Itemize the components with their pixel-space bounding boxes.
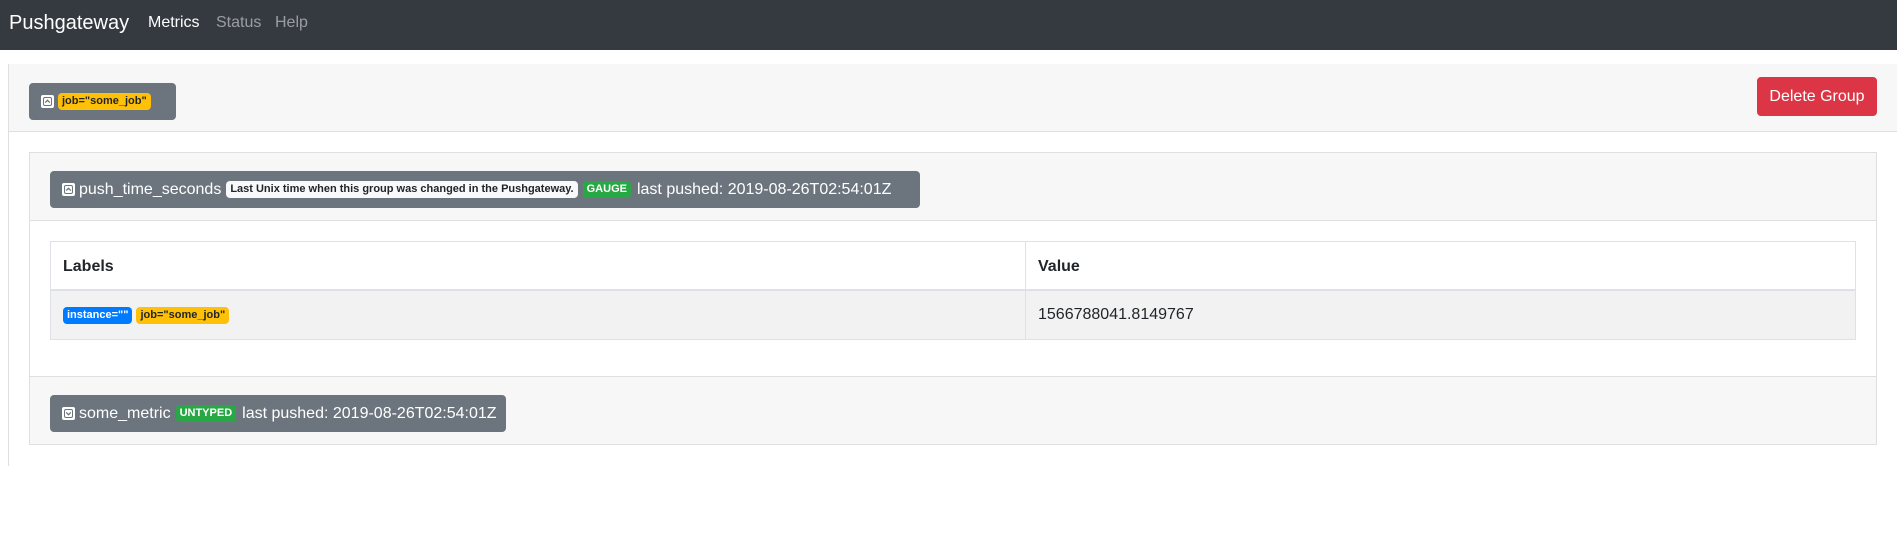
table-header-labels: Labels bbox=[51, 242, 1025, 291]
label-badge-job: job="some_job" bbox=[136, 306, 230, 324]
last-pushed-text: last pushed: 2019-08-26T02:54:01Z bbox=[636, 180, 892, 198]
label-badge-instance: instance="" bbox=[63, 306, 133, 324]
group-header bbox=[9, 64, 1897, 132]
metric-help-badge: Last Unix time when this group was chang… bbox=[226, 181, 578, 198]
table-row-labels: instance="" job="some_job" bbox=[51, 291, 1025, 339]
table-header-value: Value bbox=[1025, 242, 1855, 291]
last-pushed-text: last pushed: 2019-08-26T02:54:01Z bbox=[242, 404, 497, 422]
nav-help[interactable]: Help bbox=[275, 13, 308, 33]
group-label-badge: job="some_job" bbox=[58, 93, 151, 110]
metric-type-badge: UNTYPED bbox=[175, 405, 237, 422]
nav-status[interactable]: Status bbox=[216, 13, 261, 33]
metric-name: some_metric bbox=[79, 404, 171, 422]
expand-icon bbox=[62, 407, 75, 420]
metric-toggle-button[interactable]: push_time_seconds Last Unix time when th… bbox=[50, 171, 920, 208]
metric-type-badge: GAUGE bbox=[582, 181, 631, 198]
delete-group-button[interactable]: Delete Group bbox=[1757, 77, 1877, 116]
brand-link[interactable]: Pushgateway bbox=[9, 10, 129, 36]
navbar: Pushgateway Metrics Status Help bbox=[0, 0, 1897, 50]
metric-name: push_time_seconds bbox=[79, 180, 222, 198]
collapse-icon bbox=[41, 95, 54, 108]
metric-table: Labels Value instance="" job="some_job" … bbox=[50, 241, 1856, 340]
metric-toggle-button[interactable]: some_metric UNTYPED last pushed: 2019-08… bbox=[50, 395, 506, 432]
group-toggle-button[interactable]: job="some_job" bbox=[29, 83, 176, 120]
collapse-icon bbox=[62, 183, 75, 196]
table-row-value: 1566788041.8149767 bbox=[1025, 291, 1855, 339]
nav-metrics[interactable]: Metrics bbox=[148, 13, 200, 33]
